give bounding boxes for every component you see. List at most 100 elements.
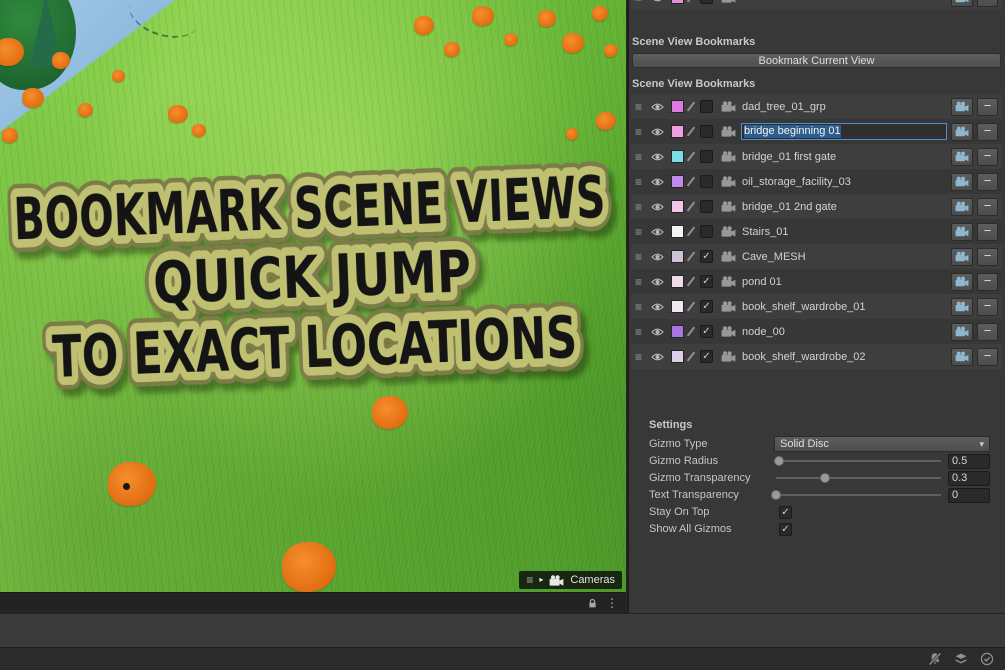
remove-bookmark-button[interactable]: −: [977, 173, 998, 191]
remove-bookmark-button[interactable]: −: [977, 98, 998, 116]
remove-bookmark-button[interactable]: −: [977, 298, 998, 316]
bookmark-color-swatch[interactable]: [671, 125, 684, 138]
bookmark-color-swatch[interactable]: [671, 275, 684, 288]
drag-handle-icon[interactable]: ≡: [635, 301, 648, 313]
jump-to-view-button[interactable]: [951, 248, 973, 266]
bookmark-color-swatch[interactable]: [671, 325, 684, 338]
jump-to-view-button[interactable]: [951, 0, 973, 7]
jump-to-view-button[interactable]: [951, 148, 973, 166]
drag-handle-icon[interactable]: ≡: [635, 0, 648, 4]
drag-handle-icon[interactable]: ≡: [635, 101, 648, 113]
eye-visibility-icon[interactable]: [651, 202, 666, 212]
eye-visibility-icon[interactable]: [651, 177, 666, 187]
gizmo-radius-value[interactable]: 0.5: [948, 454, 990, 469]
bookmark-row[interactable]: ≡ Stairs_01 −: [631, 219, 1002, 244]
bookmark-row[interactable]: ≡ bridge_01 2nd gate −: [631, 194, 1002, 219]
jump-to-view-button[interactable]: [951, 273, 973, 291]
bookmark-color-swatch[interactable]: [671, 175, 684, 188]
slider-knob[interactable]: [774, 456, 784, 466]
bookmark-color-swatch[interactable]: [671, 150, 684, 163]
gizmo-checkbox[interactable]: ✓: [700, 325, 713, 338]
notifications-muted-icon[interactable]: [928, 652, 942, 666]
eye-visibility-icon[interactable]: [651, 0, 666, 3]
lock-icon[interactable]: [587, 598, 598, 609]
remove-bookmark-button[interactable]: −: [977, 323, 998, 341]
bookmark-color-swatch[interactable]: [671, 200, 684, 213]
gizmo-type-dropdown[interactable]: Solid Disc ▾: [774, 436, 990, 452]
partial-row[interactable]: ≡ −: [631, 0, 1002, 10]
bookmark-current-view-button[interactable]: Bookmark Current View: [632, 53, 1001, 68]
bookmark-row[interactable]: ≡ bridge_01 first gate −: [631, 144, 1002, 169]
gizmo-checkbox[interactable]: [700, 200, 713, 213]
bookmark-color-swatch[interactable]: [671, 250, 684, 263]
gizmo-radius-slider[interactable]: [774, 453, 943, 469]
bookmark-row[interactable]: ≡ oil_storage_facility_03 −: [631, 169, 1002, 194]
scene-viewport[interactable]: BOOKMARK SCENE VIEWS QUICK JUMP TO EXACT…: [0, 0, 626, 592]
bookmark-color-swatch[interactable]: [671, 350, 684, 363]
remove-bookmark-button[interactable]: −: [977, 273, 998, 291]
drag-handle-icon[interactable]: ≡: [635, 201, 648, 213]
gizmo-checkbox[interactable]: ✓: [700, 250, 713, 263]
eye-visibility-icon[interactable]: [651, 152, 666, 162]
gizmo-checkbox[interactable]: [700, 150, 713, 163]
jump-to-view-button[interactable]: [951, 123, 973, 141]
remove-bookmark-button[interactable]: −: [977, 198, 998, 216]
jump-to-view-button[interactable]: [951, 98, 973, 116]
eye-visibility-icon[interactable]: [651, 252, 666, 262]
gizmo-checkbox[interactable]: ✓: [700, 350, 713, 363]
drag-handle-icon[interactable]: ≡: [635, 176, 648, 188]
bookmark-name-input[interactable]: bridge beginning 01: [741, 123, 947, 140]
eye-visibility-icon[interactable]: [651, 327, 666, 337]
drag-handle-icon[interactable]: ≡: [635, 151, 648, 163]
remove-bookmark-button[interactable]: −: [977, 248, 998, 266]
show-all-gizmos-checkbox[interactable]: ✓: [779, 523, 792, 536]
drag-handle-icon[interactable]: ≡: [635, 351, 648, 363]
drag-handle-icon[interactable]: ≡: [635, 126, 648, 138]
bookmark-color-swatch[interactable]: [671, 100, 684, 113]
bookmark-row[interactable]: ≡ ✓ node_00 −: [631, 319, 1002, 344]
bookmark-color-swatch[interactable]: [671, 0, 684, 4]
eye-visibility-icon[interactable]: [651, 127, 666, 137]
remove-bookmark-button[interactable]: −: [977, 0, 998, 7]
eye-visibility-icon[interactable]: [651, 302, 666, 312]
stay-on-top-checkbox[interactable]: ✓: [779, 506, 792, 519]
jump-to-view-button[interactable]: [951, 298, 973, 316]
drag-handle-icon[interactable]: ≡: [635, 251, 648, 263]
slider-knob[interactable]: [820, 473, 830, 483]
status-check-icon[interactable]: [980, 652, 994, 666]
jump-to-view-button[interactable]: [951, 323, 973, 341]
text-transparency-value[interactable]: 0: [948, 488, 990, 503]
kebab-menu-icon[interactable]: ⋮: [606, 597, 618, 609]
gizmo-transparency-slider[interactable]: [774, 470, 943, 486]
bookmark-row[interactable]: ≡ ✓ pond 01 −: [631, 269, 1002, 294]
eye-visibility-icon[interactable]: [651, 102, 666, 112]
gizmo-checkbox[interactable]: [700, 125, 713, 138]
gizmo-checkbox[interactable]: ✓: [700, 300, 713, 313]
jump-to-view-button[interactable]: [951, 223, 973, 241]
slider-knob[interactable]: [771, 490, 781, 500]
gizmo-checkbox[interactable]: [700, 175, 713, 188]
jump-to-view-button[interactable]: [951, 348, 973, 366]
remove-bookmark-button[interactable]: −: [977, 123, 998, 141]
drag-handle-icon[interactable]: ≡: [635, 226, 648, 238]
cameras-overlay-button[interactable]: ≡ ▸ Cameras: [519, 571, 622, 589]
bookmark-row[interactable]: ≡ dad_tree_01_grp −: [631, 94, 1002, 119]
text-transparency-slider[interactable]: [774, 487, 943, 503]
gizmo-checkbox[interactable]: [700, 225, 713, 238]
bookmark-row[interactable]: ≡ bridge beginning 01 −: [631, 119, 1002, 144]
remove-bookmark-button[interactable]: −: [977, 348, 998, 366]
jump-to-view-button[interactable]: [951, 173, 973, 191]
gizmo-checkbox[interactable]: [700, 0, 713, 4]
drag-handle-icon[interactable]: ≡: [635, 276, 648, 288]
eye-visibility-icon[interactable]: [651, 352, 666, 362]
eye-visibility-icon[interactable]: [651, 227, 666, 237]
bookmark-row[interactable]: ≡ ✓ Cave_MESH −: [631, 244, 1002, 269]
jump-to-view-button[interactable]: [951, 198, 973, 216]
layers-icon[interactable]: [954, 652, 968, 666]
gizmo-checkbox[interactable]: [700, 100, 713, 113]
eye-visibility-icon[interactable]: [651, 277, 666, 287]
remove-bookmark-button[interactable]: −: [977, 148, 998, 166]
gizmo-checkbox[interactable]: ✓: [700, 275, 713, 288]
bookmark-row[interactable]: ≡ ✓ book_shelf_wardrobe_01 −: [631, 294, 1002, 319]
bookmark-color-swatch[interactable]: [671, 225, 684, 238]
